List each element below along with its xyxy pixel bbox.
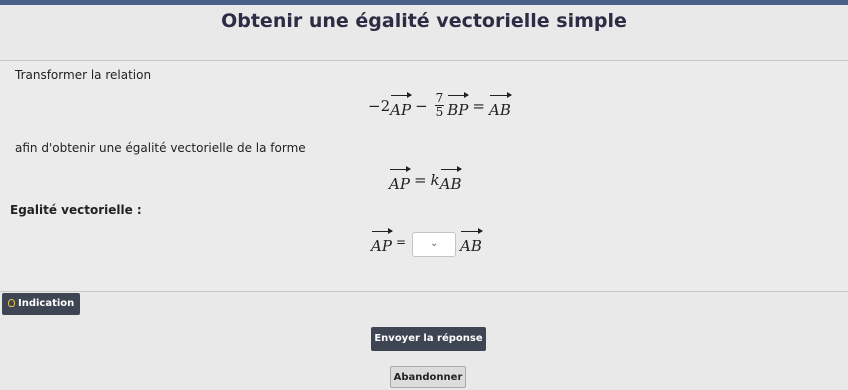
- vector-bp-label: BP: [447, 101, 469, 119]
- vector-ap: AP: [390, 92, 412, 119]
- target-form-equation: AP = k AB: [389, 166, 463, 193]
- answer-right-side: AB: [460, 228, 483, 255]
- relation-equation: −2 AP − 7 5 BP = AB: [368, 91, 512, 119]
- minus-sign: −: [415, 96, 428, 115]
- target-vector-ap: AP: [389, 166, 411, 193]
- hint-button[interactable]: Indication: [2, 293, 80, 315]
- answer-vector-ap-label: AP: [371, 237, 392, 255]
- vector-bp: BP: [447, 92, 470, 119]
- equals-sign: =: [472, 96, 485, 115]
- answer-vector-ab: AB: [460, 228, 483, 255]
- answer-label: Egalité vectorielle :: [10, 203, 142, 217]
- target-vector-ab-label: AB: [439, 175, 462, 193]
- target-vector-ap-label: AP: [389, 175, 410, 193]
- target-vector-ab: AB: [439, 166, 463, 193]
- coefficient-dropdown[interactable]: ⌄: [412, 232, 456, 257]
- coef-minus-two: −2: [368, 96, 391, 115]
- vector-ab: AB: [488, 92, 512, 119]
- submit-answer-button[interactable]: Envoyer la réponse: [371, 327, 486, 351]
- fraction-numerator: 7: [434, 91, 445, 106]
- chevron-down-icon: ⌄: [430, 238, 439, 249]
- answer-left-side: AP =: [371, 228, 410, 255]
- page-title: Obtenir une égalité vectorielle simple: [221, 10, 627, 32]
- answer-vector-ap: AP: [371, 228, 393, 255]
- fraction-denominator: 5: [435, 105, 444, 119]
- fraction-seven-fifths: 7 5: [434, 91, 445, 119]
- scalar-k: k: [430, 170, 440, 189]
- top-accent-bar: [0, 0, 848, 5]
- target-equals-sign: =: [413, 170, 427, 189]
- answer-equals-sign: =: [395, 234, 406, 249]
- abandon-button[interactable]: Abandonner: [390, 366, 466, 388]
- instruction-transform: Transformer la relation: [15, 68, 152, 82]
- vector-ap-label: AP: [390, 101, 412, 119]
- vector-ab-label: AB: [488, 101, 511, 119]
- hint-button-label: Indication: [18, 298, 75, 309]
- instruction-target-form: afin d'obtenir une égalité vectorielle d…: [15, 141, 306, 155]
- answer-vector-ab-label: AB: [460, 237, 482, 255]
- lightbulb-icon: [8, 299, 15, 307]
